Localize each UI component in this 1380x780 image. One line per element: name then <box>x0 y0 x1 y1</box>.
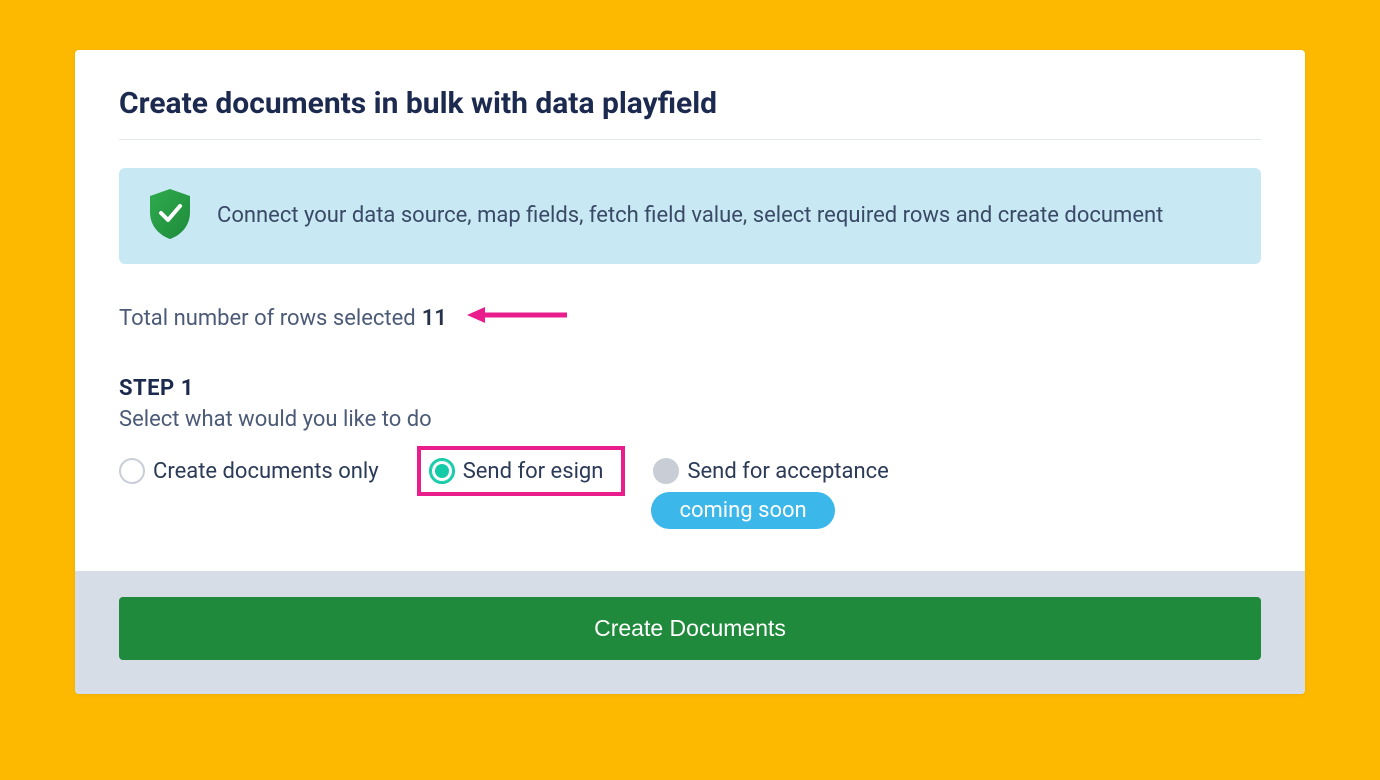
options-row: Create documents only Send for esign Sen… <box>119 458 1261 529</box>
option-send-for-esign[interactable]: Send for esign <box>417 446 626 496</box>
shield-check-icon <box>147 188 193 244</box>
annotation-arrow-icon <box>467 304 567 332</box>
option-send-for-acceptance: Send for acceptance <box>653 458 888 484</box>
divider <box>119 139 1261 140</box>
radio-icon <box>429 458 455 484</box>
info-banner-text: Connect your data source, map fields, fe… <box>217 201 1163 232</box>
option-label: Create documents only <box>153 459 379 484</box>
rows-selected-count: 11 <box>422 306 447 331</box>
radio-icon <box>653 458 679 484</box>
rows-selected-label: Total number of rows selected <box>119 306 416 331</box>
option-send-for-acceptance-group: Send for acceptance coming soon <box>653 458 888 529</box>
panel-body: Create documents in bulk with data playf… <box>75 50 1305 571</box>
dialog-panel: Create documents in bulk with data playf… <box>75 50 1305 694</box>
option-label: Send for acceptance <box>687 459 888 484</box>
panel-footer: Create Documents <box>75 571 1305 694</box>
radio-icon <box>119 458 145 484</box>
option-create-documents-only[interactable]: Create documents only <box>119 458 379 484</box>
coming-soon-badge: coming soon <box>651 492 834 529</box>
step-description: Select what would you like to do <box>119 407 1261 432</box>
page-title: Create documents in bulk with data playf… <box>119 86 1261 121</box>
rows-selected-line: Total number of rows selected 11 <box>119 304 1261 332</box>
info-banner: Connect your data source, map fields, fe… <box>119 168 1261 264</box>
create-documents-button[interactable]: Create Documents <box>119 597 1261 660</box>
option-label: Send for esign <box>463 459 604 484</box>
step-label: STEP 1 <box>119 376 1261 401</box>
